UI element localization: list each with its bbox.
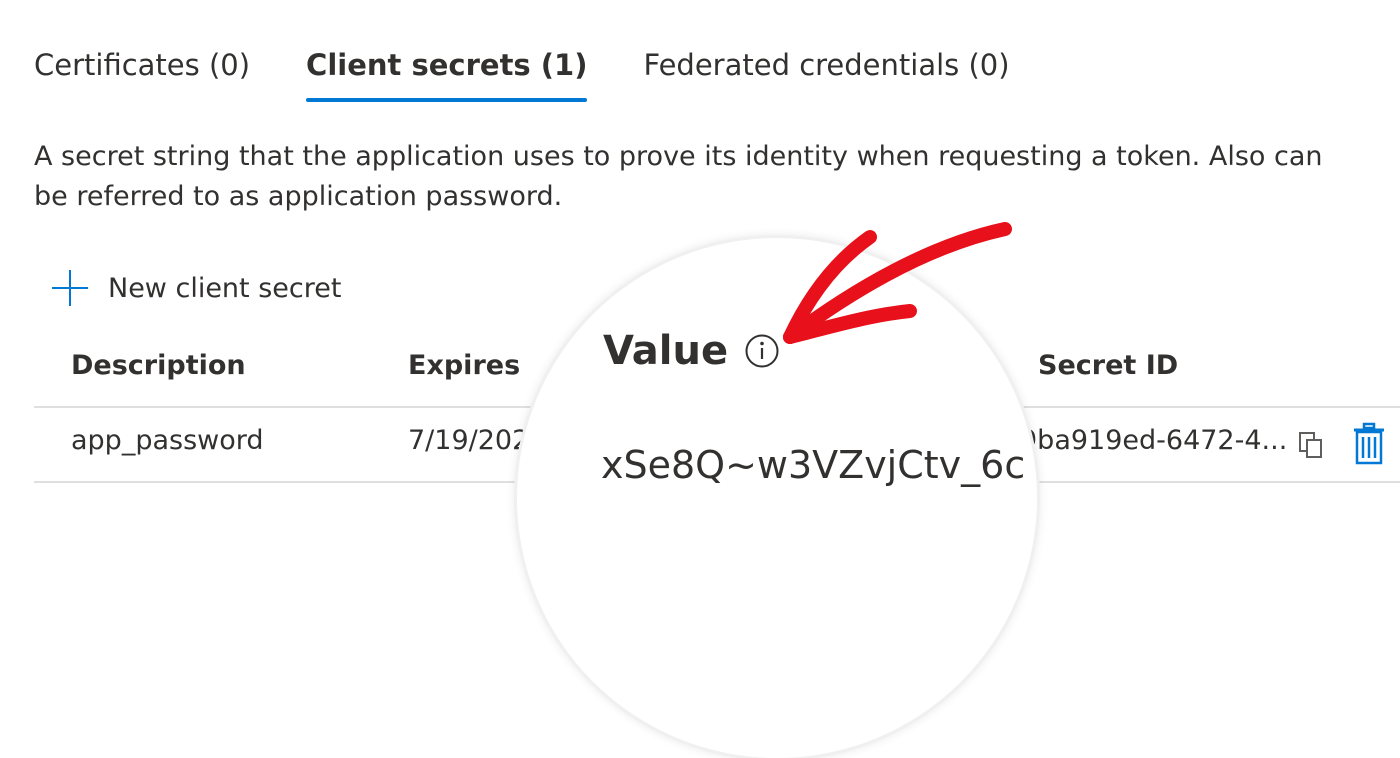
value-column-header: Value bbox=[603, 328, 780, 374]
section-description: A secret string that the application use… bbox=[34, 141, 1323, 212]
plus-icon bbox=[52, 270, 88, 306]
delete-trash-icon[interactable] bbox=[1352, 422, 1386, 466]
column-header-description[interactable]: Description bbox=[71, 350, 246, 381]
column-header-expires[interactable]: Expires bbox=[408, 350, 520, 381]
credential-tabs: Certificates (0) Client secrets (1) Fede… bbox=[34, 48, 1066, 102]
secret-value-cell[interactable]: xSe8Q~w3VZvjCtv_6c bbox=[601, 443, 1025, 487]
column-header-secret-id[interactable]: Secret ID bbox=[1038, 350, 1178, 381]
secret-expires-cell: 7/19/202 bbox=[408, 425, 530, 456]
new-client-secret-label: New client secret bbox=[108, 272, 342, 304]
copy-icon[interactable] bbox=[1296, 430, 1326, 460]
secret-id-cell: 9ba919ed-6472-4... bbox=[1020, 425, 1288, 456]
annotation-arrow-icon bbox=[783, 222, 1012, 344]
tab-client-secrets[interactable]: Client secrets (1) bbox=[306, 48, 588, 102]
new-client-secret-button[interactable]: New client secret bbox=[52, 270, 341, 306]
tab-federated-credentials[interactable]: Federated credentials (0) bbox=[643, 48, 1009, 102]
column-header-value[interactable]: Value bbox=[603, 328, 728, 374]
tab-certificates[interactable]: Certificates (0) bbox=[34, 48, 250, 102]
secret-description-cell: app_password bbox=[71, 425, 264, 456]
